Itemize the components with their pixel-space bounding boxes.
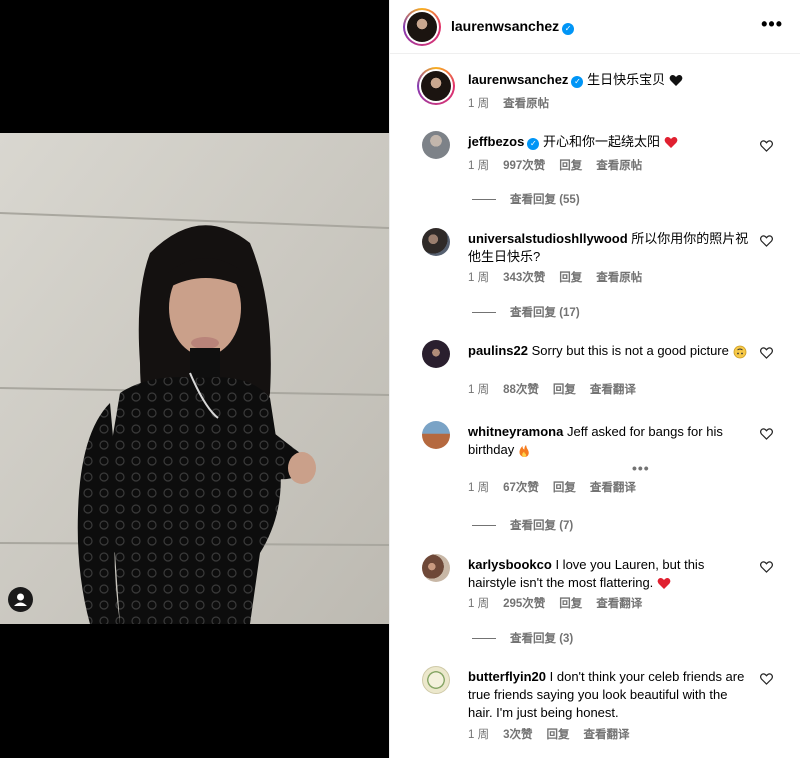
comment-body: 开心和你一起绕太阳 — [542, 134, 660, 149]
timestamp: 1 周 — [468, 160, 490, 172]
comment-meta: 1 周 343次赞 回复 查看原帖 — [468, 269, 656, 285]
timestamp: 1 周 — [468, 384, 490, 396]
likes-count[interactable]: 295次赞 — [503, 598, 545, 610]
comment-meta: 1 周 295次赞 回复 查看翻译 — [468, 595, 656, 611]
comment-meta: 1 周 997次赞 回复 查看原帖 — [468, 157, 656, 173]
commenter-username[interactable]: jeffbezos — [468, 134, 524, 149]
commenter-avatar[interactable] — [422, 131, 450, 159]
heart-icon[interactable] — [760, 235, 773, 247]
verified-icon: ✓ — [527, 138, 540, 150]
commenter-username[interactable]: butterflyin20 — [468, 669, 546, 684]
reply-button[interactable]: 回复 — [559, 598, 582, 610]
comment-text: jeffbezos ✓ 开心和你一起绕太阳 — [468, 133, 750, 151]
view-replies-label: 查看回复 (7) — [510, 520, 574, 532]
author-username[interactable]: laurenwsanchez — [468, 72, 568, 87]
commenter-avatar[interactable] — [422, 340, 450, 368]
likes-count[interactable]: 88次赞 — [503, 384, 539, 396]
timestamp: 1 周 — [468, 598, 490, 610]
view-replies-button[interactable]: 查看回复 (7) — [472, 517, 573, 533]
timestamp: 1 周 — [468, 98, 490, 110]
commenter-username[interactable]: paulins22 — [468, 343, 528, 358]
comment-text: paulins22 Sorry but this is not a good p… — [468, 342, 750, 360]
timestamp: 1 周 — [468, 272, 490, 284]
commenter-username[interactable]: whitneyramona — [468, 424, 563, 439]
view-replies-label: 查看回复 (17) — [510, 307, 580, 319]
likes-count[interactable]: 3次赞 — [503, 729, 532, 741]
black-heart-icon — [669, 75, 683, 87]
heart-icon[interactable] — [760, 140, 773, 152]
red-heart-icon — [657, 578, 671, 590]
see-translation-link[interactable]: 查看翻译 — [584, 729, 630, 741]
comments-panel: laurenwsanchez ✓ ••• laurenwsanchez ✓ 生日快乐… — [389, 0, 800, 758]
see-original-link[interactable]: 查看原帖 — [503, 98, 549, 110]
author-avatar[interactable] — [403, 8, 441, 46]
see-original-link[interactable]: 查看原帖 — [596, 272, 642, 284]
commenter-avatar[interactable] — [422, 228, 450, 256]
view-replies-label: 查看回复 (3) — [510, 633, 574, 645]
heart-icon[interactable] — [760, 561, 773, 573]
commenter-username[interactable]: universalstudioshllywood — [468, 231, 628, 246]
caption-text: laurenwsanchez ✓ 生日快乐宝贝 — [468, 71, 750, 89]
upside-down-face-icon — [733, 345, 746, 358]
commenter-avatar[interactable] — [422, 421, 450, 449]
commenter-username[interactable]: karlysbookco — [468, 557, 552, 572]
author-avatar[interactable] — [417, 67, 455, 105]
post-photo[interactable] — [0, 133, 389, 624]
see-original-link[interactable]: 查看原帖 — [596, 160, 642, 172]
comment-text: butterflyin20 I don't think your celeb f… — [468, 668, 750, 722]
likes-count[interactable]: 343次赞 — [503, 272, 545, 284]
comment-body: Sorry but this is not a good picture — [531, 343, 729, 358]
timestamp: 1 周 — [468, 482, 490, 494]
likes-count[interactable]: 997次赞 — [503, 160, 545, 172]
view-replies-button[interactable]: 查看回复 (55) — [472, 191, 580, 207]
view-replies-button[interactable]: 查看回复 (17) — [472, 304, 580, 320]
reply-button[interactable]: 回复 — [553, 384, 576, 396]
more-options-icon[interactable]: ••• — [632, 460, 650, 476]
caption-meta: 1 周 查看原帖 — [468, 95, 563, 111]
reply-button[interactable]: 回复 — [559, 160, 582, 172]
see-translation-link[interactable]: 查看翻译 — [590, 384, 636, 396]
media-panel — [0, 0, 389, 758]
reply-button[interactable]: 回复 — [547, 729, 570, 741]
caption-body: 生日快乐宝贝 — [587, 72, 666, 87]
comment-text: universalstudioshllywood 所以你用你的照片祝他生日快乐? — [468, 230, 750, 266]
reply-button[interactable]: 回复 — [553, 482, 576, 494]
comment-meta: 1 周 67次赞 回复 查看翻译 — [468, 479, 650, 495]
post-header: laurenwsanchez ✓ ••• — [390, 0, 800, 54]
more-icon[interactable]: ••• — [761, 14, 783, 35]
heart-icon[interactable] — [760, 347, 773, 359]
red-heart-icon — [664, 137, 677, 149]
view-replies-button[interactable]: 查看回复 (3) — [472, 630, 573, 646]
user-tag-icon[interactable] — [8, 587, 33, 612]
timestamp: 1 周 — [468, 729, 490, 741]
comment-meta: 1 周 3次赞 回复 查看翻译 — [468, 726, 644, 742]
see-translation-link[interactable]: 查看翻译 — [590, 482, 636, 494]
likes-count[interactable]: 67次赞 — [503, 482, 539, 494]
heart-icon[interactable] — [760, 673, 773, 685]
author-username[interactable]: laurenwsanchez ✓ — [451, 18, 575, 35]
view-replies-label: 查看回复 (55) — [510, 194, 580, 206]
comment-text: whitneyramona Jeff asked for bangs for h… — [468, 423, 750, 459]
verified-icon: ✓ — [562, 23, 575, 35]
commenter-avatar[interactable] — [422, 554, 450, 582]
verified-icon: ✓ — [571, 76, 584, 88]
comment-meta: 1 周 88次赞 回复 查看翻译 — [468, 381, 650, 397]
heart-icon[interactable] — [760, 428, 773, 440]
reply-button[interactable]: 回复 — [559, 272, 582, 284]
comment-text: karlysbookco I love you Lauren, but this… — [468, 556, 750, 592]
commenter-avatar[interactable] — [422, 666, 450, 694]
see-translation-link[interactable]: 查看翻译 — [596, 598, 642, 610]
fire-icon — [519, 444, 529, 457]
